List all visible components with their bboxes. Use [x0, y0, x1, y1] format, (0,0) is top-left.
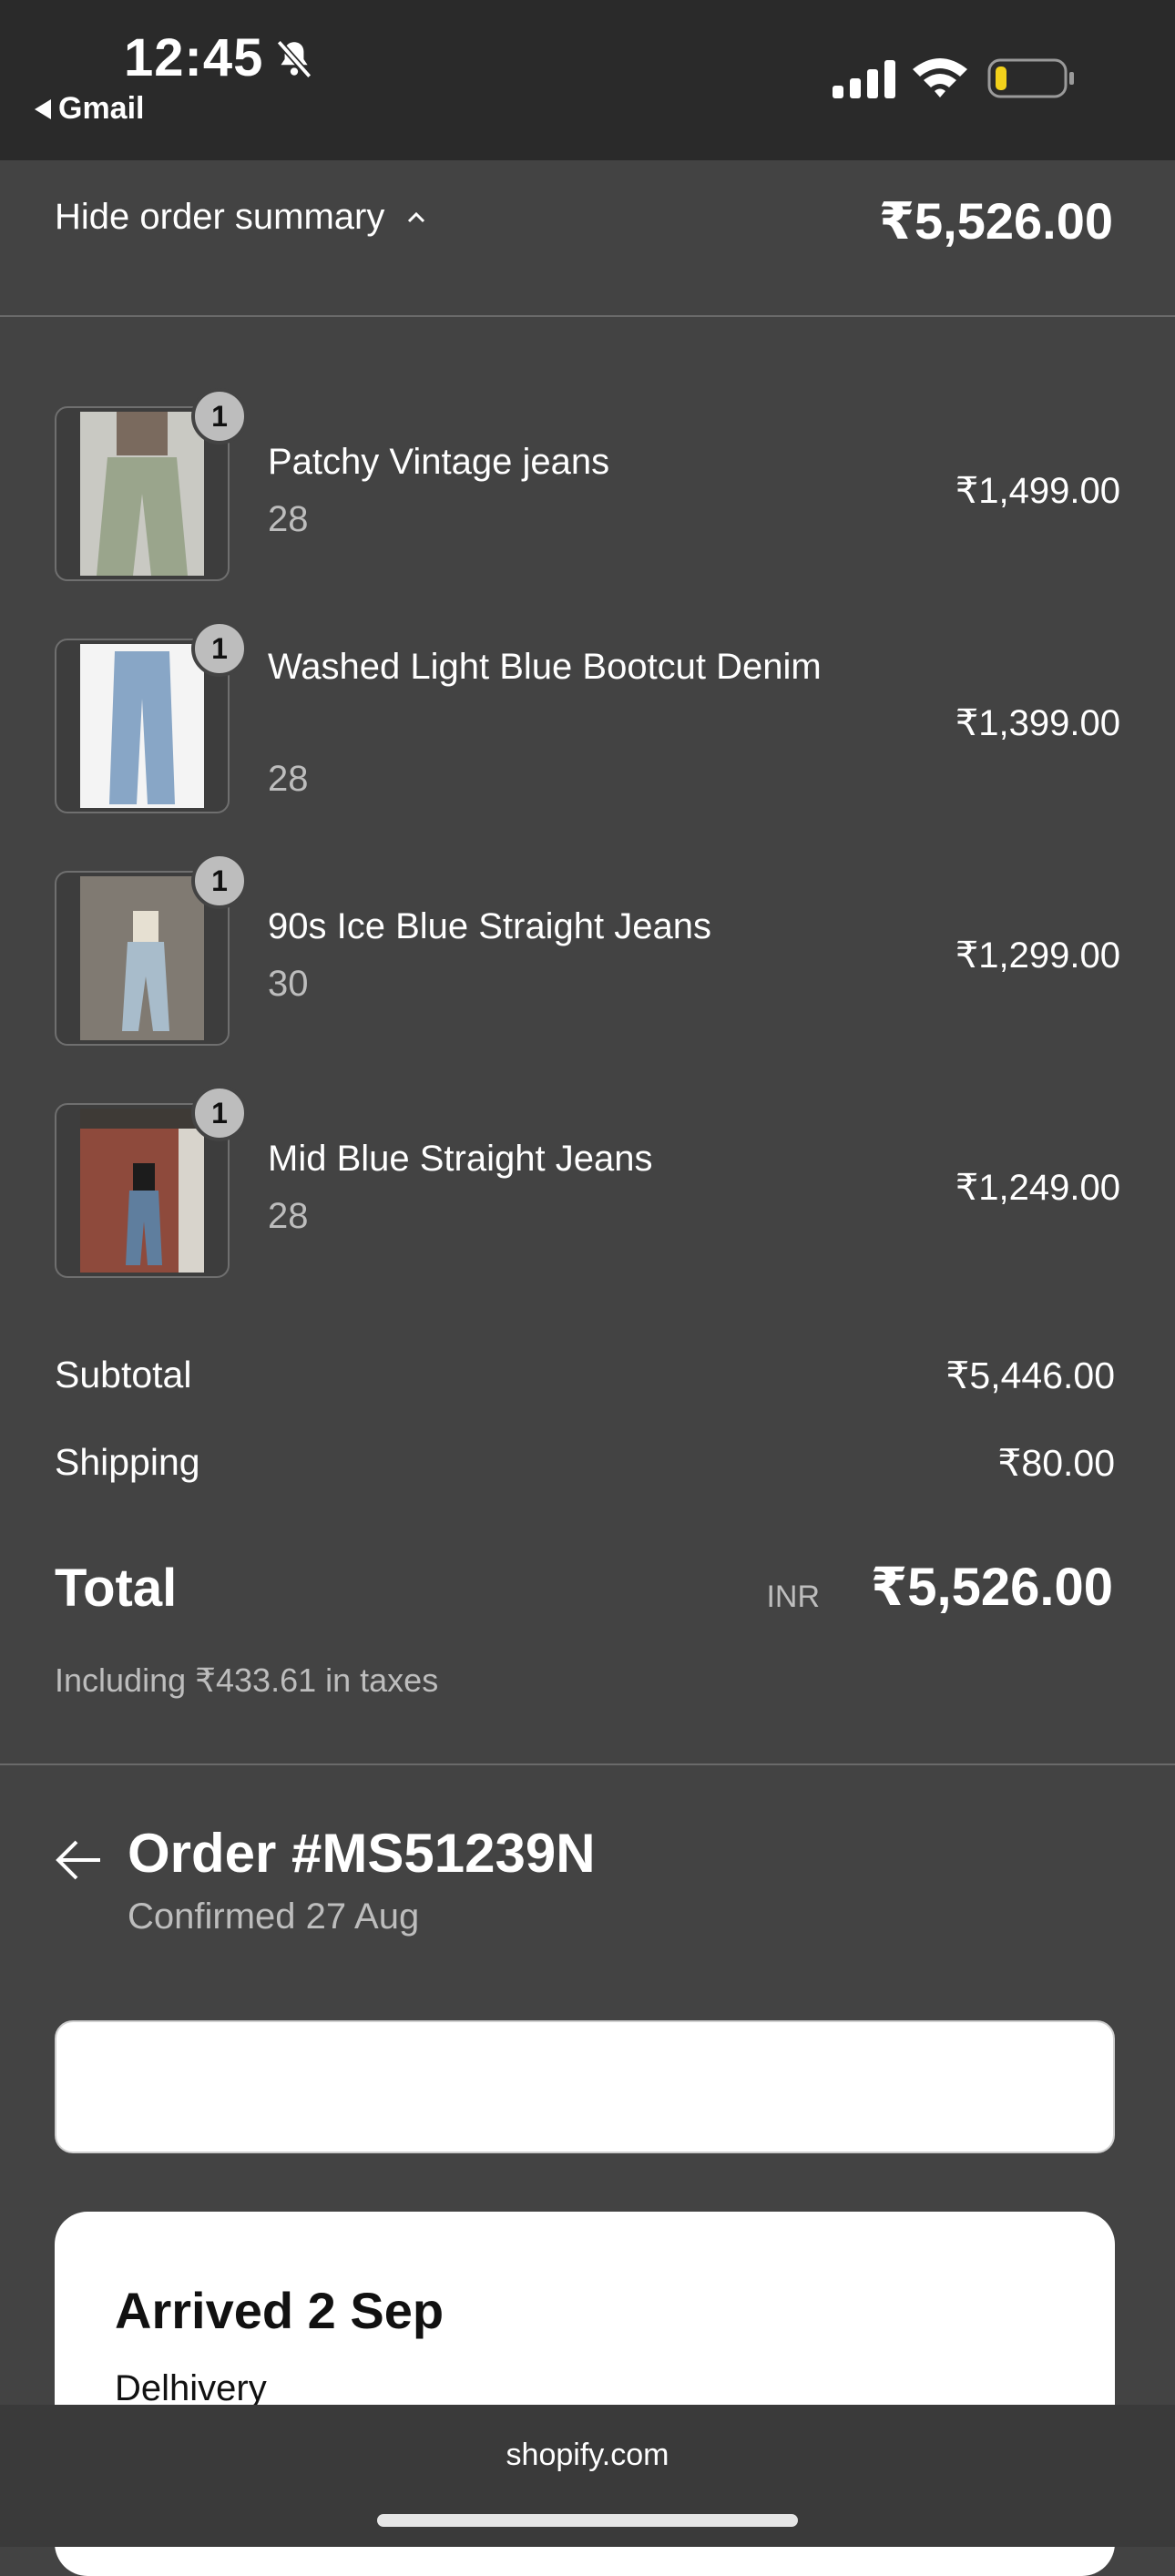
product-price: ₹1,399.00: [955, 703, 1120, 743]
cellular-signal-icon: [833, 60, 895, 98]
product-name: Washed Light Blue Bootcut Denim: [268, 647, 822, 687]
line-item: 1 Mid Blue Straight Jeans 28 ₹1,249.00: [55, 1085, 1120, 1278]
product-variant: 28: [268, 499, 309, 539]
chevron-up-icon: [408, 211, 425, 222]
product-name: Mid Blue Straight Jeans: [268, 1139, 653, 1179]
product-thumbnail: 1: [55, 388, 248, 581]
taxes-note: Including ₹433.61 in taxes: [55, 1661, 439, 1699]
quantity-badge: 1: [191, 1085, 248, 1141]
line-item: 1 90s Ice Blue Straight Jeans 30 ₹1,299.…: [55, 853, 1120, 1046]
carrier-name: Delhivery: [115, 2368, 267, 2408]
product-price: ₹1,499.00: [955, 471, 1120, 511]
product-thumbnail: 1: [55, 853, 248, 1046]
product-name: 90s Ice Blue Straight Jeans: [268, 906, 711, 946]
order-confirmed-date: Confirmed 27 Aug: [128, 1896, 420, 1937]
clock: 12:45: [124, 28, 264, 87]
product-image: [80, 1109, 204, 1273]
product-image: [80, 412, 204, 576]
subtotal-value: ₹5,446.00: [945, 1354, 1115, 1396]
total-value: ₹5,526.00: [870, 1558, 1113, 1617]
quantity-badge: 1: [191, 620, 248, 677]
quantity-badge: 1: [191, 853, 248, 909]
shipping-label: Shipping: [55, 1441, 200, 1483]
product-name: Patchy Vintage jeans: [268, 442, 610, 482]
hide-order-summary-label: Hide order summary: [55, 197, 385, 237]
wifi-icon: [913, 58, 967, 97]
total-currency: INR: [766, 1579, 820, 1614]
total-label: Total: [55, 1559, 178, 1618]
product-image: [80, 876, 204, 1040]
summary-total: ₹5,526.00: [879, 192, 1113, 250]
back-triangle-icon: [35, 98, 51, 119]
product-thumbnail: 1: [55, 1085, 248, 1278]
order-title: Order #MS51239N: [128, 1823, 596, 1884]
hide-order-summary-toggle[interactable]: Hide order summary: [55, 197, 426, 238]
back-to-app-link[interactable]: Gmail: [35, 91, 144, 127]
product-variant: 28: [268, 759, 309, 799]
line-item: 1 Patchy Vintage jeans 28 ₹1,499.00: [55, 388, 1120, 581]
order-summary-header: Hide order summary ₹5,526.00: [0, 160, 1175, 317]
product-thumbnail: 1: [55, 620, 248, 813]
battery-icon: [987, 58, 1074, 98]
shipping-row: Shipping ₹80.00: [55, 1441, 1115, 1484]
subtotal-label: Subtotal: [55, 1354, 192, 1395]
section-divider: [0, 1763, 1175, 1765]
map-placeholder-card: [55, 2020, 1115, 2153]
delivery-status: Arrived 2 Sep: [115, 2282, 444, 2339]
product-price: ₹1,249.00: [955, 1168, 1120, 1208]
browser-bottom-bar: shopify.com: [0, 2405, 1175, 2547]
status-bar: 12:45 Gmail: [0, 0, 1175, 160]
back-app-label: Gmail: [58, 91, 145, 126]
line-item: 1 Washed Light Blue Bootcut Denim 28 ₹1,…: [55, 620, 1120, 813]
home-indicator[interactable]: [377, 2514, 798, 2527]
product-variant: 28: [268, 1196, 309, 1236]
product-variant: 30: [268, 964, 309, 1004]
bell-slash-icon: [276, 39, 312, 79]
back-arrow-icon[interactable]: [53, 1835, 104, 1886]
product-image: [80, 644, 204, 808]
url-domain[interactable]: shopify.com: [0, 2438, 1175, 2473]
subtotal-row: Subtotal ₹5,446.00: [55, 1354, 1115, 1396]
shipping-value: ₹80.00: [997, 1442, 1115, 1484]
product-price: ₹1,299.00: [955, 935, 1120, 976]
quantity-badge: 1: [191, 388, 248, 445]
